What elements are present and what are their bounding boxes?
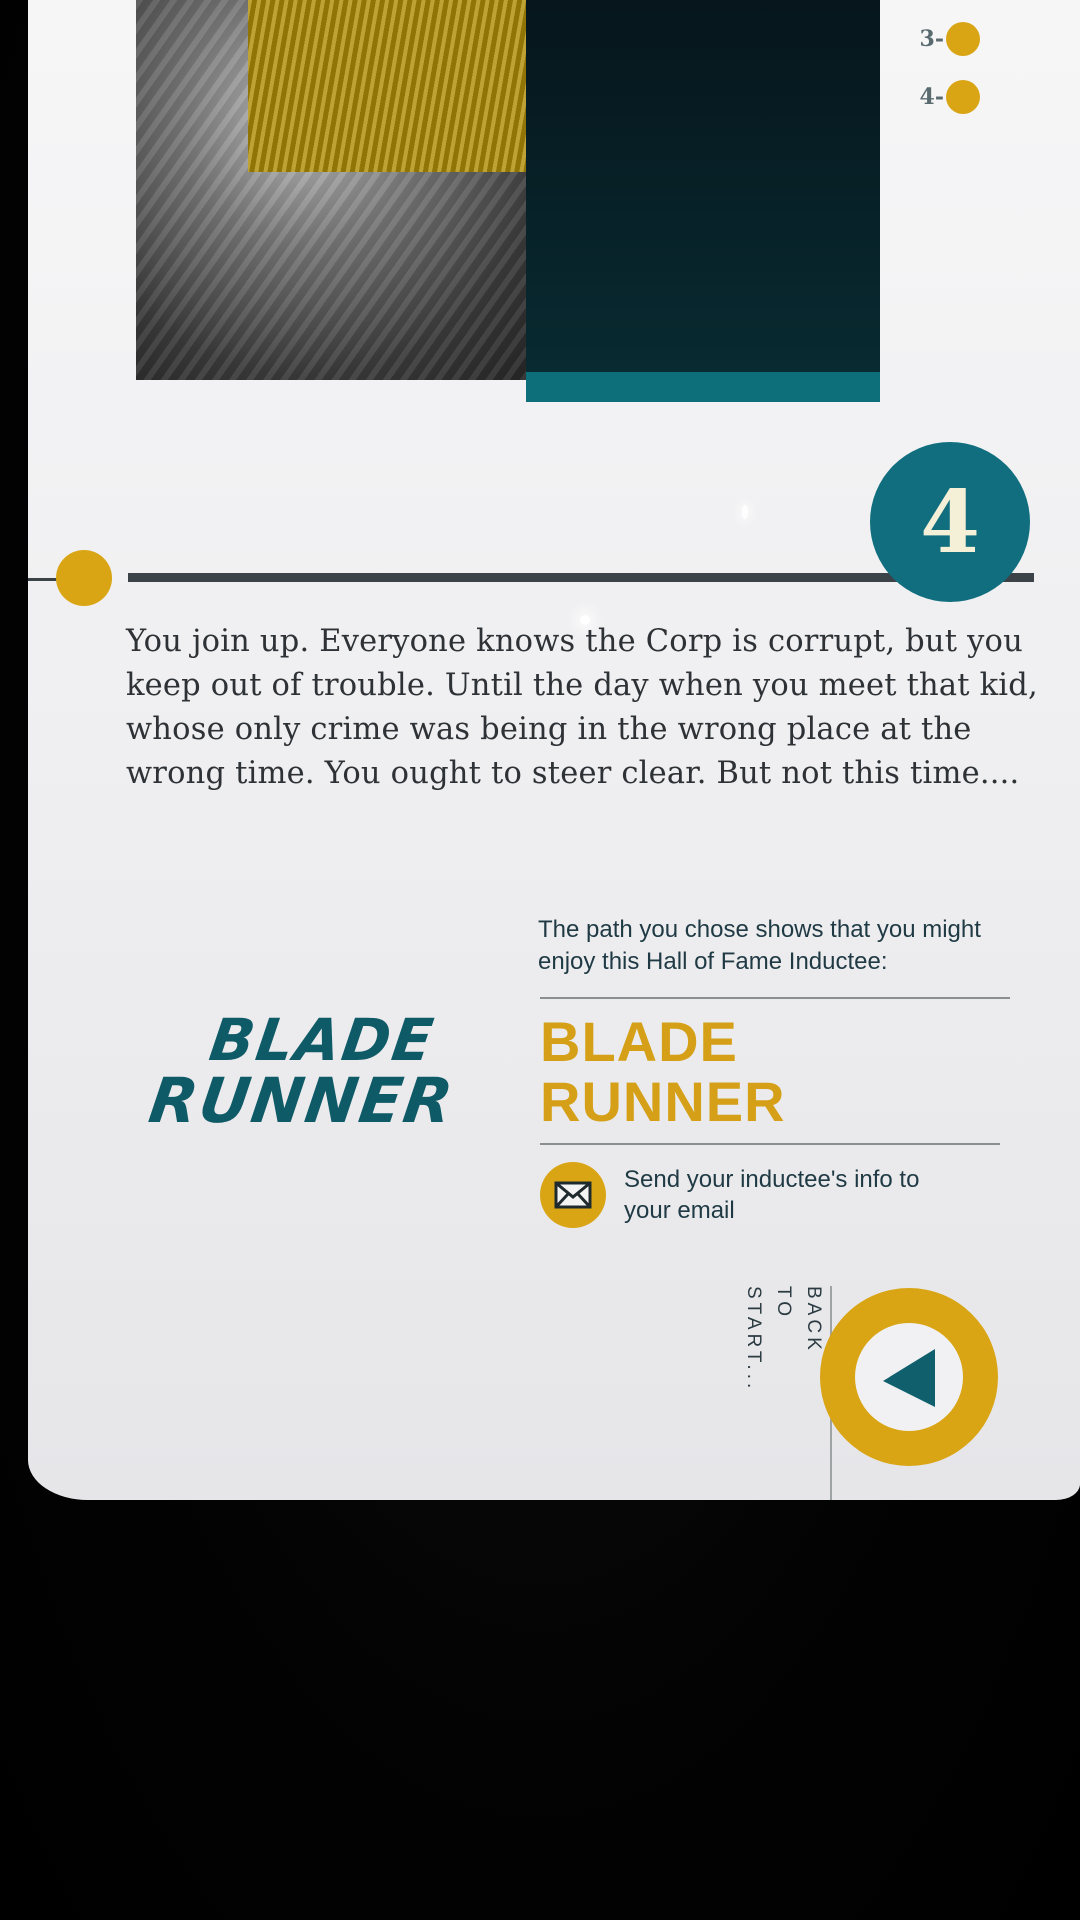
kiosk-screen: 3- 4- 4 You join up. Everyone knows the … bbox=[28, 0, 1080, 1500]
email-button[interactable] bbox=[540, 1162, 606, 1228]
logo-line-1: BLADE bbox=[154, 1006, 522, 1074]
recommendation-intro: The path you chose shows that you might … bbox=[538, 916, 981, 975]
back-button-inner bbox=[855, 1323, 963, 1431]
blade-runner-logo: BLADE RUNNER bbox=[144, 1006, 522, 1137]
progress-dot bbox=[946, 22, 980, 56]
inductee-title-line-1: BLADE bbox=[540, 1010, 738, 1073]
step-number-badge: 4 bbox=[870, 442, 1030, 602]
photo-dark-overlay bbox=[526, 0, 880, 372]
progress-dot bbox=[946, 80, 980, 114]
progress-step: 4- bbox=[920, 68, 980, 126]
triangle-left-icon bbox=[883, 1349, 935, 1407]
timeline-bullet bbox=[56, 550, 112, 606]
back-to-start-button[interactable] bbox=[820, 1288, 998, 1466]
photo-yellow-overlay bbox=[248, 0, 548, 172]
screen-glare bbox=[742, 505, 748, 519]
divider bbox=[540, 1143, 1000, 1145]
progress-step-label: 3- bbox=[919, 26, 944, 52]
back-to-start-label[interactable]: BACK TO START... bbox=[724, 1286, 824, 1392]
back-label-word: START... bbox=[743, 1286, 764, 1393]
kiosk-frame: 3- 4- 4 You join up. Everyone knows the … bbox=[0, 0, 1080, 1920]
envelope-icon bbox=[554, 1181, 592, 1209]
email-button-label[interactable]: Send your inductee's info to your email bbox=[624, 1164, 924, 1226]
divider bbox=[540, 997, 1010, 999]
inductee-title-line-2: RUNNER bbox=[540, 1070, 786, 1133]
back-label-word: TO bbox=[773, 1286, 794, 1321]
progress-step: 3- bbox=[920, 10, 980, 68]
logo-line-2: RUNNER bbox=[144, 1064, 459, 1137]
progress-step-label: 4- bbox=[919, 84, 944, 110]
inductee-title: BLADE RUNNER bbox=[540, 1012, 786, 1132]
progress-indicator: 3- 4- bbox=[920, 10, 980, 126]
story-text: You join up. Everyone knows the Corp is … bbox=[126, 624, 1038, 791]
